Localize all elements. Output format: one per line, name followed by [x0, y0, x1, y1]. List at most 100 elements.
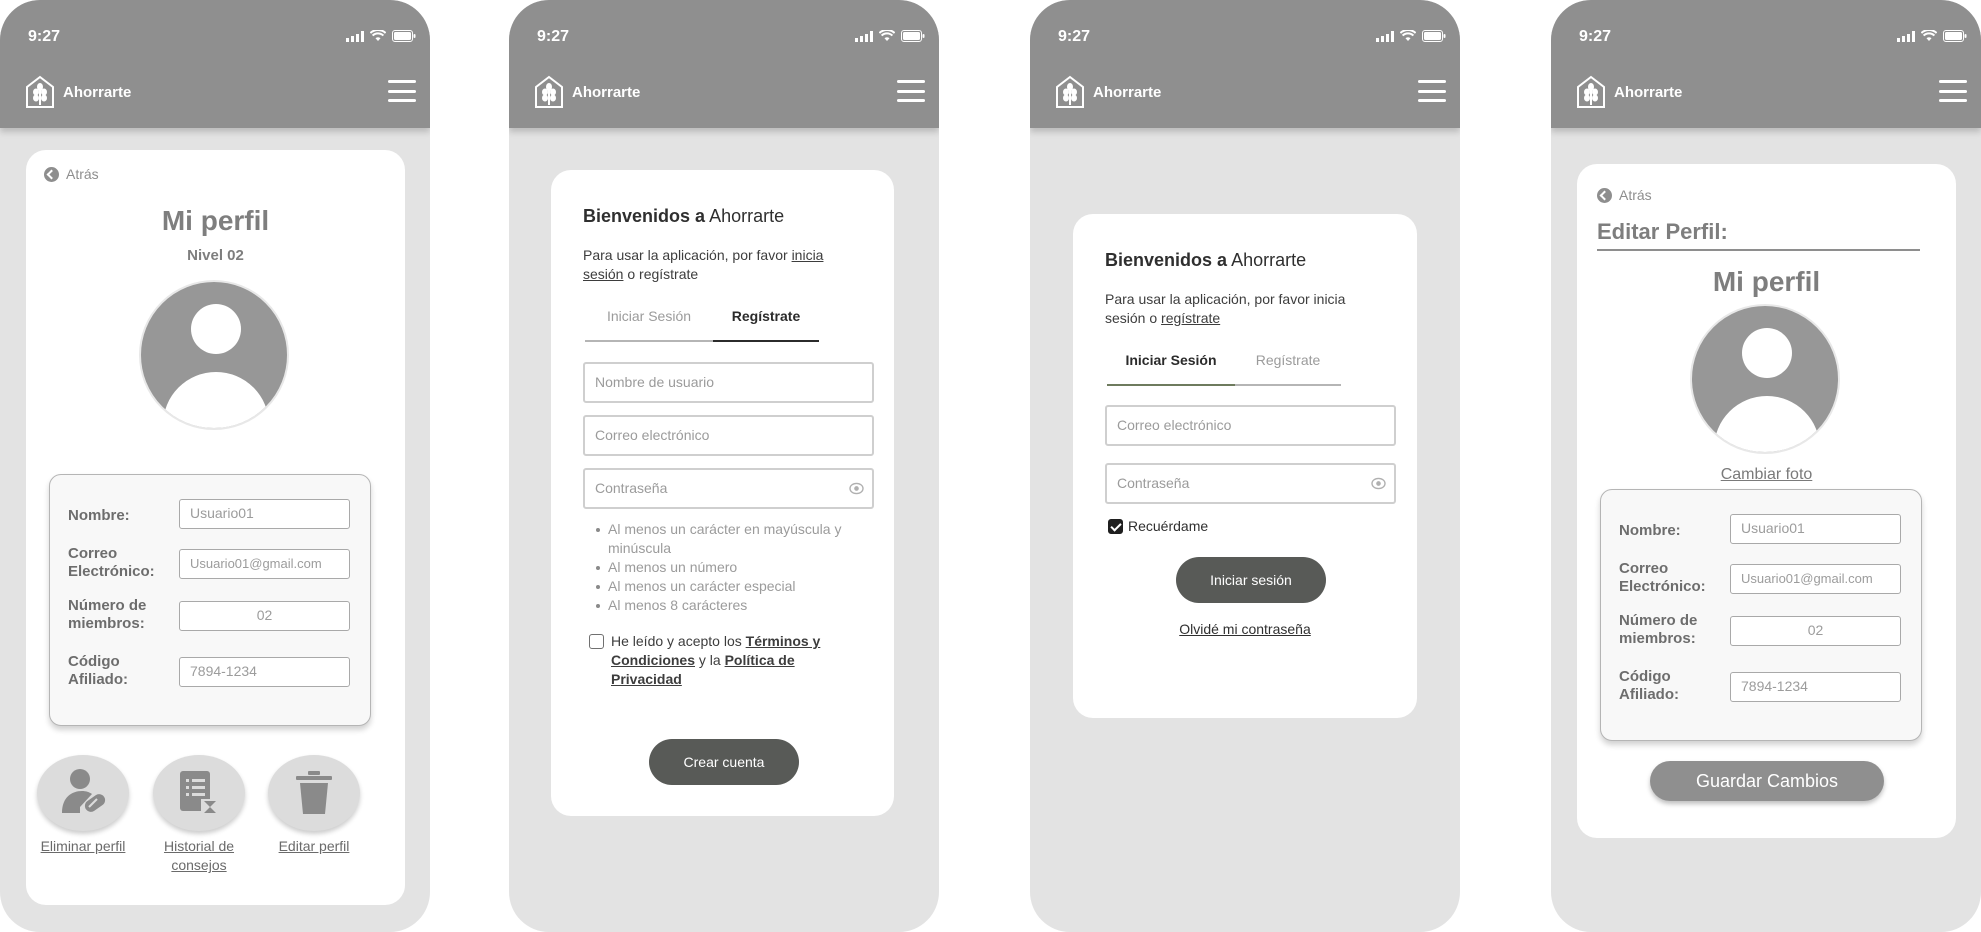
- welcome-app-name: Ahorrarte: [709, 206, 785, 226]
- app-brand[interactable]: Ahorrarte: [24, 75, 131, 109]
- status-time: 9:27: [1579, 28, 1612, 45]
- tab-underline-active: [713, 340, 819, 342]
- login-button[interactable]: Iniciar sesión: [1176, 557, 1326, 603]
- eye-icon[interactable]: [849, 482, 864, 495]
- battery-icon: [392, 30, 416, 42]
- wifi-icon: [879, 30, 895, 41]
- intro-part: Para usar la aplicación, por favor: [583, 247, 792, 263]
- email-field: Usuario01@gmail.com: [179, 549, 350, 579]
- save-changes-button[interactable]: Guardar Cambios: [1650, 761, 1884, 801]
- rule-item: Al menos 8 carácteres: [594, 596, 854, 615]
- menu-icon[interactable]: [1418, 80, 1446, 102]
- app-name: Ahorrarte: [1614, 83, 1683, 101]
- delete-profile-button[interactable]: Eliminar perfil: [23, 755, 143, 856]
- wifi-icon: [370, 30, 386, 41]
- login-card: Bienvenidos a Ahorrarte Para usar la apl…: [1073, 214, 1417, 718]
- field-label: Correo Electrónico:: [68, 545, 155, 580]
- field-row-name: Nombre: Usuario01: [68, 499, 350, 533]
- tab-underline-inactive: [1235, 384, 1341, 386]
- welcome-bold: Bienvenidos a: [583, 206, 706, 226]
- name-input[interactable]: Usuario01: [1730, 514, 1901, 544]
- battery-icon: [1422, 30, 1446, 42]
- menu-icon[interactable]: [388, 80, 416, 102]
- remember-checkbox[interactable]: [1108, 519, 1123, 534]
- app-brand[interactable]: Ahorrarte: [1054, 75, 1161, 109]
- back-button[interactable]: Atrás: [1597, 187, 1652, 203]
- tab-underline-inactive: [585, 340, 713, 342]
- name-field: Usuario01: [179, 499, 350, 529]
- forgot-password-link[interactable]: Olvidé mi contraseña: [1073, 621, 1417, 637]
- affiliate-code-field: 7894-1234: [179, 657, 350, 687]
- field-row-members: Número de miembros: 02: [68, 597, 350, 637]
- login-screen: 9:27 Ahorrarte Bienvenidos a Ahorrarte P…: [1030, 0, 1460, 932]
- tips-history-button[interactable]: Historial de consejos: [139, 755, 259, 875]
- app-name: Ahorrarte: [63, 83, 132, 101]
- avatar: [139, 280, 289, 430]
- back-arrow-icon: [1597, 187, 1612, 203]
- edit-profile-screen: 9:27 Ahorrarte Atrás Editar Perfil: Mi p…: [1551, 0, 1981, 932]
- rule-item: Al menos un carácter especial: [594, 577, 854, 596]
- app-header: 9:27 Ahorrarte: [509, 0, 939, 128]
- tab-register[interactable]: Regístrate: [1235, 344, 1341, 386]
- intro-part: o regístrate: [623, 266, 699, 282]
- auth-tabs: Iniciar Sesión Regístrate: [1107, 344, 1341, 386]
- register-link[interactable]: regístrate: [1161, 310, 1220, 326]
- tab-underline-active: [1107, 384, 1235, 386]
- battery-icon: [901, 30, 925, 42]
- app-brand[interactable]: Ahorrarte: [533, 75, 640, 109]
- welcome-bold: Bienvenidos a: [1105, 250, 1228, 270]
- back-button[interactable]: Atrás: [44, 166, 99, 182]
- status-icons: [346, 30, 416, 42]
- eye-icon[interactable]: [1371, 477, 1386, 490]
- edit-profile-button[interactable]: Editar perfil: [254, 755, 374, 856]
- app-brand[interactable]: Ahorrarte: [1575, 75, 1682, 109]
- members-field: 02: [179, 601, 350, 631]
- members-input[interactable]: 02: [1730, 616, 1901, 646]
- tab-login[interactable]: Iniciar Sesión: [1107, 344, 1235, 386]
- profile-card: Atrás Mi perfil Nivel 02 Nombre: Usuario…: [26, 150, 405, 905]
- terms-checkbox[interactable]: [589, 634, 604, 649]
- tab-login[interactable]: Iniciar Sesión: [585, 300, 713, 342]
- logo-icon: [1056, 75, 1084, 108]
- password-input[interactable]: Contraseña: [1105, 463, 1396, 504]
- remember-label: Recuérdame: [1128, 518, 1209, 534]
- action-label: Editar perfil: [278, 838, 350, 854]
- intro-text: Para usar la aplicación, por favor inici…: [583, 246, 833, 284]
- create-account-button[interactable]: Crear cuenta: [649, 739, 799, 785]
- wifi-icon: [1921, 30, 1937, 41]
- menu-icon[interactable]: [897, 80, 925, 102]
- email-input[interactable]: Correo electrónico: [1105, 405, 1396, 446]
- logo-icon: [535, 75, 563, 108]
- register-card: Bienvenidos a Ahorrarte Para usar la apl…: [551, 170, 894, 816]
- field-row-code: Código Afiliado: 7894-1234: [1619, 668, 1901, 708]
- status-icons: [1897, 30, 1967, 42]
- signal-icon: [346, 30, 364, 42]
- status-icons: [855, 30, 925, 42]
- menu-icon[interactable]: [1939, 80, 1967, 102]
- username-input[interactable]: Nombre de usuario: [583, 362, 874, 403]
- field-row-name: Nombre: Usuario01: [1619, 514, 1901, 548]
- status-icons: [1376, 30, 1446, 42]
- tab-register[interactable]: Regístrate: [713, 300, 819, 342]
- back-arrow-icon: [44, 166, 59, 182]
- register-screen: 9:27 Ahorrarte Bienvenidos a Ahorrarte P…: [509, 0, 939, 932]
- password-input[interactable]: Contraseña: [583, 468, 874, 509]
- back-label: Atrás: [1619, 187, 1652, 203]
- email-input[interactable]: Correo electrónico: [583, 415, 874, 456]
- logo-icon: [1577, 75, 1605, 108]
- trash-icon: [268, 755, 360, 831]
- signal-icon: [855, 30, 873, 42]
- intro-part: Para usar la aplicación, por favor inici…: [1105, 291, 1346, 326]
- welcome-heading: Bienvenidos a Ahorrarte: [1105, 250, 1306, 271]
- field-label: Código Afiliado:: [1619, 668, 1679, 703]
- affiliate-code-input[interactable]: 7894-1234: [1730, 672, 1901, 702]
- app-name: Ahorrarte: [572, 83, 641, 101]
- avatar: [1690, 304, 1840, 454]
- change-photo-link[interactable]: Cambiar foto: [1577, 466, 1956, 484]
- document-history-icon: [153, 755, 245, 831]
- email-input[interactable]: Usuario01@gmail.com: [1730, 564, 1901, 594]
- field-row-email: Correo Electrónico: Usuario01@gmail.com: [1619, 560, 1901, 600]
- profile-info-box: Nombre: Usuario01 Correo Electrónico: Us…: [49, 474, 371, 726]
- field-label: Número de miembros:: [1619, 612, 1698, 647]
- edit-info-box: Nombre: Usuario01 Correo Electrónico: Us…: [1600, 489, 1922, 741]
